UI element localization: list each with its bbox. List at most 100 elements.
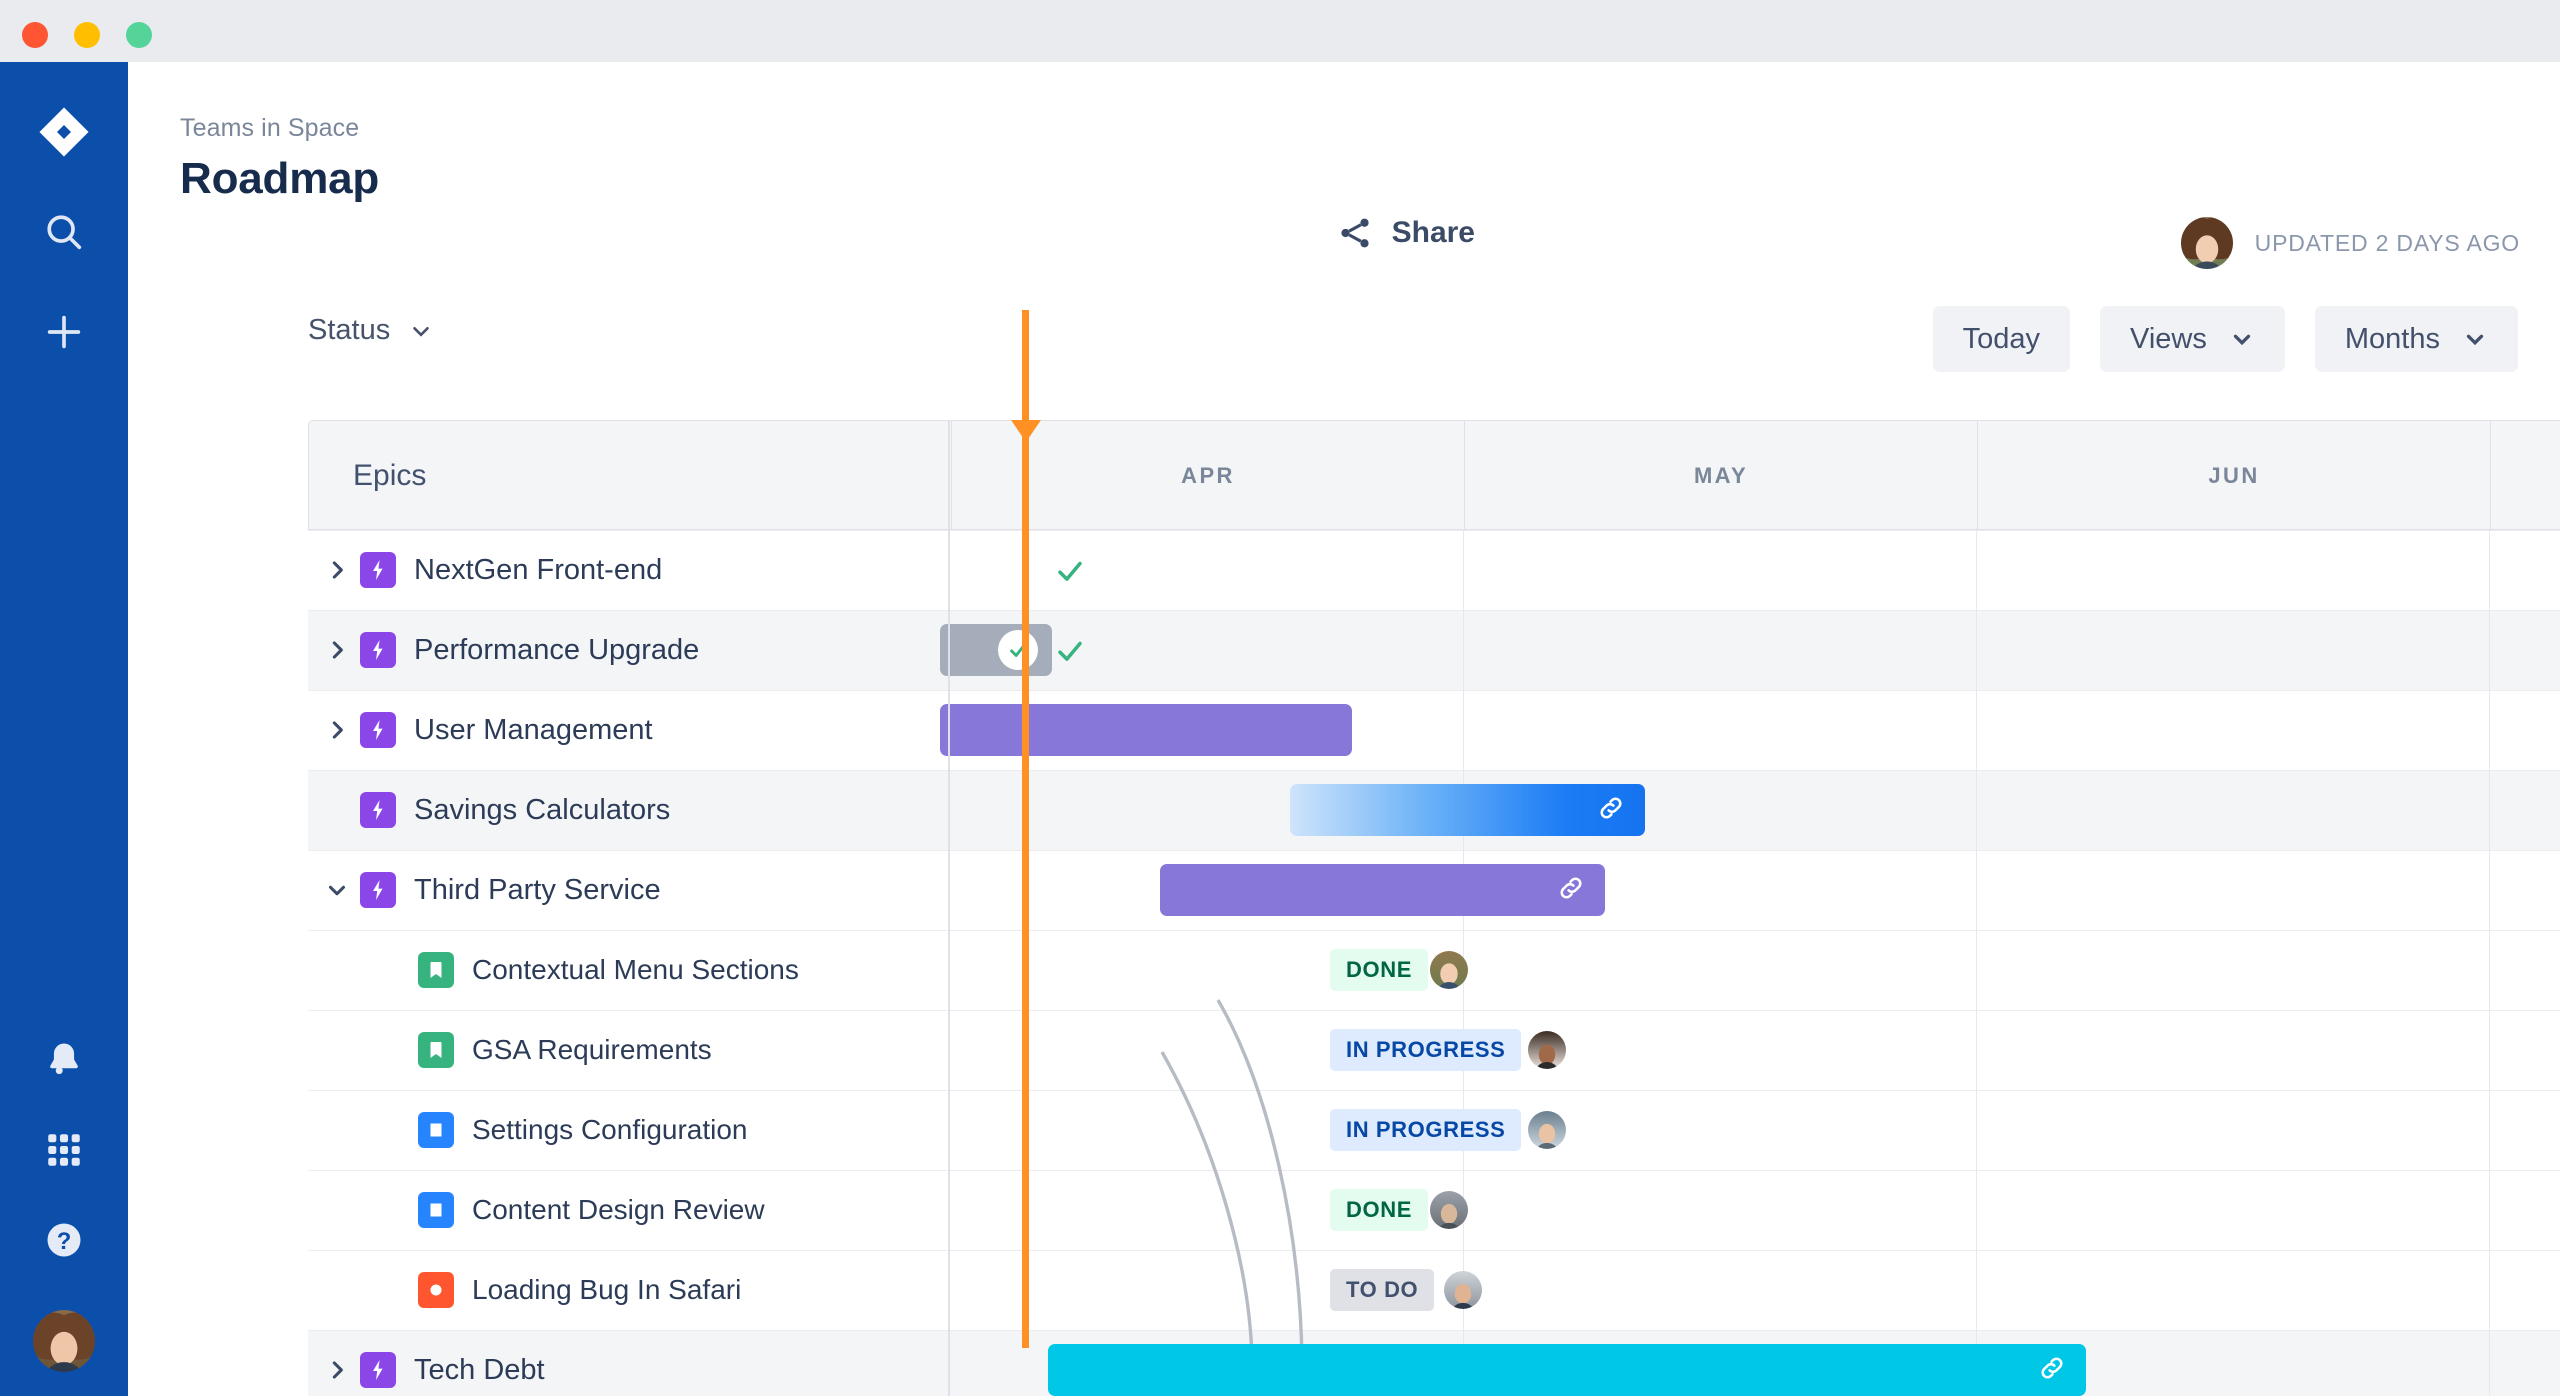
- month-header-partial: [2490, 421, 2560, 531]
- row-title: NextGen Front-end: [414, 553, 663, 586]
- share-icon: [1340, 218, 1369, 248]
- maximize-window-button[interactable]: [126, 22, 152, 48]
- grid-body: NextGen Front-end Performance Upgrade User…: [308, 530, 2560, 1396]
- assignee-avatar[interactable]: [1430, 951, 1468, 989]
- chevron-right-icon[interactable]: [324, 637, 350, 663]
- views-label: Views: [2130, 322, 2207, 355]
- row-name-cell[interactable]: Contextual Menu Sections: [308, 930, 948, 1010]
- minimize-window-button[interactable]: [74, 22, 100, 48]
- breadcrumb[interactable]: Teams in Space: [180, 114, 359, 143]
- dependency-link-icon[interactable]: [1555, 872, 1587, 909]
- last-updated: UPDATED 2 DAYS AGO: [2180, 217, 2520, 269]
- timeline-bar[interactable]: [940, 624, 1052, 676]
- today-label: Today: [1962, 322, 2041, 355]
- issue-type-badge: [418, 1032, 454, 1068]
- chevron-right-icon[interactable]: [324, 1357, 350, 1383]
- row-name-cell[interactable]: Tech Debt: [308, 1330, 948, 1396]
- expand-toggle[interactable]: [314, 877, 360, 903]
- assignee-avatar[interactable]: [1430, 1191, 1468, 1229]
- notifications-icon[interactable]: [22, 1018, 106, 1102]
- issue-type-badge: [360, 712, 396, 748]
- assignee-avatar[interactable]: [1528, 1031, 1566, 1069]
- dependency-lines: [1160, 999, 1304, 1361]
- apps-icon[interactable]: [22, 1108, 106, 1192]
- row-name-cell[interactable]: NextGen Front-end: [308, 530, 948, 610]
- chevron-down-icon: [2233, 334, 2251, 346]
- chevron-right-icon[interactable]: [324, 717, 350, 743]
- create-icon[interactable]: [22, 290, 106, 374]
- timeline-bar[interactable]: [1160, 864, 1605, 916]
- issue-type-badge: [360, 872, 396, 908]
- column-divider[interactable]: [948, 420, 950, 1396]
- updated-text: UPDATED 2 DAYS AGO: [2254, 229, 2520, 256]
- row-name-cell[interactable]: Settings Configuration: [308, 1090, 948, 1170]
- updated-by-avatar[interactable]: [2180, 217, 2233, 269]
- row-title: GSA Requirements: [472, 1034, 712, 1065]
- today-marker: [1011, 310, 1041, 1348]
- chevron-down-icon[interactable]: [324, 877, 350, 903]
- epic-type-icon: [373, 720, 383, 740]
- status-badge: DONE: [1330, 949, 1428, 991]
- months-label: Months: [2344, 322, 2440, 355]
- bar-done-check-icon: [998, 630, 1038, 670]
- grid-header: Epics APR MAY JUN: [308, 420, 2560, 531]
- issue-type-badge: [360, 1352, 396, 1388]
- issue-type-badge: [418, 1192, 454, 1228]
- app-window: ? Teams in Space Roadmap Share UPDATED 2…: [0, 0, 2560, 1396]
- close-window-button[interactable]: [22, 22, 48, 48]
- issue-type-badge: [418, 1112, 454, 1148]
- row-title: Savings Calculators: [414, 793, 671, 826]
- help-icon[interactable]: ?: [22, 1198, 106, 1282]
- row-title: Settings Configuration: [472, 1114, 748, 1145]
- row-name-cell[interactable]: GSA Requirements: [308, 1010, 948, 1090]
- status-filter-dropdown[interactable]: Status: [308, 314, 434, 347]
- page-title: Roadmap: [180, 154, 380, 203]
- row-name-cell[interactable]: Performance Upgrade: [308, 610, 948, 690]
- jira-logo-icon[interactable]: [22, 90, 106, 174]
- expand-toggle[interactable]: [314, 637, 360, 663]
- expand-toggle[interactable]: [314, 557, 360, 583]
- row-title: Loading Bug In Safari: [472, 1274, 742, 1305]
- assignee-avatar[interactable]: [1444, 1271, 1482, 1309]
- row-title: Third Party Service: [414, 873, 661, 906]
- main-panel: Teams in Space Roadmap Share UPDATED 2 D…: [128, 62, 2560, 1396]
- chevron-right-icon[interactable]: [324, 557, 350, 583]
- dependency-link-icon[interactable]: [2036, 1352, 2068, 1389]
- month-header: MAY: [1464, 421, 1977, 531]
- story-type-icon: [430, 1042, 442, 1058]
- issue-type-badge: [418, 1272, 454, 1308]
- timeline-bar[interactable]: [1048, 1344, 2086, 1396]
- months-dropdown[interactable]: Months: [2314, 306, 2518, 372]
- status-badge: IN PROGRESS: [1330, 1029, 1522, 1071]
- status-filter-label: Status: [308, 314, 391, 346]
- row-name-cell[interactable]: Savings Calculators: [308, 770, 948, 850]
- status-badge: IN PROGRESS: [1330, 1109, 1522, 1151]
- window-controls: [22, 22, 152, 48]
- today-button[interactable]: Today: [1932, 306, 2071, 372]
- profile-avatar[interactable]: [33, 1310, 95, 1372]
- row-name-cell[interactable]: Content Design Review: [308, 1170, 948, 1250]
- expand-toggle[interactable]: [314, 717, 360, 743]
- share-label: Share: [1391, 216, 1475, 249]
- timeline-area: [940, 530, 2560, 1396]
- epic-type-icon: [373, 880, 383, 900]
- dependency-link-icon[interactable]: [1595, 792, 1627, 829]
- window-titlebar: [0, 0, 2560, 62]
- timeline-bar[interactable]: [940, 704, 1352, 756]
- row-name-cell[interactable]: User Management: [308, 690, 948, 770]
- epics-column-header: Epics: [353, 459, 427, 492]
- search-icon[interactable]: [22, 190, 106, 274]
- chevron-down-icon: [413, 326, 430, 337]
- row-name-cell[interactable]: Third Party Service: [308, 850, 948, 930]
- month-header: JUN: [1977, 421, 2490, 531]
- timeline-bar[interactable]: [1290, 784, 1645, 836]
- row-name-cell[interactable]: Loading Bug In Safari: [308, 1250, 948, 1330]
- chevron-down-icon: [2466, 334, 2484, 346]
- roadmap-grid: Epics APR MAY JUN NextGen Front-end Perform…: [308, 310, 2560, 1396]
- task-type-icon: [430, 1203, 442, 1217]
- views-dropdown[interactable]: Views: [2100, 306, 2285, 372]
- expand-toggle[interactable]: [314, 1357, 360, 1383]
- share-button[interactable]: Share: [1336, 214, 1475, 252]
- row-title: Contextual Menu Sections: [472, 954, 799, 985]
- assignee-avatar[interactable]: [1528, 1111, 1566, 1149]
